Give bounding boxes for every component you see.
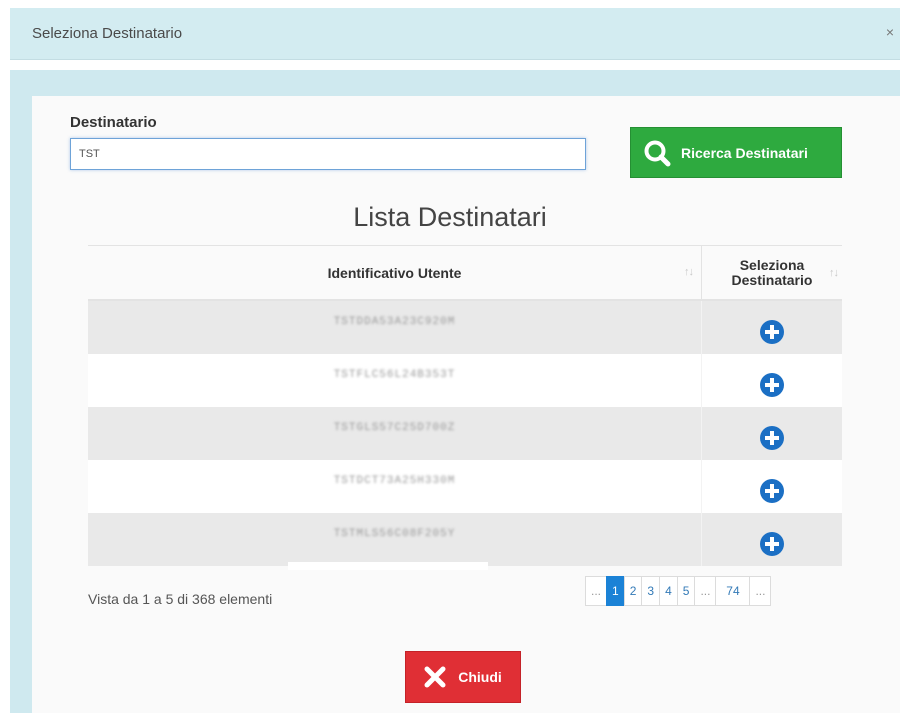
close-button-label: Chiudi bbox=[458, 669, 502, 685]
column-header-select-label: Seleziona Destinatario bbox=[731, 256, 813, 288]
select-cell bbox=[702, 460, 842, 513]
sort-icon[interactable]: ↑↓ bbox=[829, 266, 839, 281]
close-button[interactable]: Chiudi bbox=[405, 651, 521, 703]
plus-circle-icon[interactable] bbox=[759, 531, 785, 557]
table-row: TSTMLS56C08F205Y bbox=[88, 513, 842, 570]
list-title: Lista Destinatari bbox=[353, 202, 547, 232]
recipient-search-input[interactable] bbox=[70, 138, 586, 170]
dialog-title: Seleziona Destinatario bbox=[32, 25, 183, 42]
page-74[interactable]: 74 bbox=[715, 576, 751, 606]
user-id-value: TSTDCT73A25H330M bbox=[333, 474, 456, 487]
dialog-close-icon[interactable]: × bbox=[886, 24, 894, 40]
user-id-value: TSTFLC56L24B353T bbox=[333, 368, 456, 381]
page-next-ellipsis[interactable]: ... bbox=[749, 576, 772, 606]
select-cell bbox=[702, 407, 842, 460]
table-row: TSTGLS57C25D700Z bbox=[88, 407, 842, 460]
user-id-cell: TSTFLC56L24B353T bbox=[88, 354, 702, 407]
column-header-select[interactable]: Seleziona Destinatario ↑↓ bbox=[702, 246, 842, 299]
table-header: Identificativo Utente ↑↓ Seleziona Desti… bbox=[88, 245, 842, 301]
plus-circle-icon[interactable] bbox=[759, 425, 785, 451]
page-4[interactable]: 4 bbox=[659, 576, 678, 606]
user-id-cell: TSTDCT73A25H330M bbox=[88, 460, 702, 513]
recipients-table: Identificativo Utente ↑↓ Seleziona Desti… bbox=[88, 245, 842, 570]
sort-icon[interactable]: ↑↓ bbox=[684, 266, 694, 278]
plus-circle-icon[interactable] bbox=[759, 372, 785, 398]
search-button-label: Ricerca Destinatari bbox=[681, 144, 808, 161]
plus-circle-icon[interactable] bbox=[759, 319, 785, 345]
select-cell bbox=[702, 354, 842, 407]
user-id-value: TSTMLS56C08F205Y bbox=[333, 527, 456, 540]
recipient-label: Destinatario bbox=[70, 114, 157, 131]
search-icon bbox=[644, 140, 671, 166]
table-row: TSTDDA53A23C920M bbox=[88, 301, 842, 354]
table-row: TSTDCT73A25H330M bbox=[88, 460, 842, 513]
page-1[interactable]: 1 bbox=[606, 576, 625, 606]
dialog-header: Seleziona Destinatario × bbox=[10, 8, 900, 60]
select-cell bbox=[702, 513, 842, 566]
page-ellipsis[interactable]: ... bbox=[694, 576, 717, 606]
page-3[interactable]: 3 bbox=[641, 576, 661, 606]
redaction-bar bbox=[288, 562, 488, 570]
page-2[interactable]: 2 bbox=[623, 576, 643, 606]
user-id-cell: TSTMLS56C08F205Y bbox=[88, 513, 702, 570]
user-id-value: TSTDDA53A23C920M bbox=[333, 315, 456, 328]
table-row: TSTFLC56L24B353T bbox=[88, 354, 842, 407]
column-header-user-id[interactable]: Identificativo Utente ↑↓ bbox=[88, 246, 702, 299]
column-header-user-id-label: Identificativo Utente bbox=[327, 264, 462, 281]
search-recipients-button[interactable]: Ricerca Destinatari bbox=[630, 127, 842, 178]
plus-circle-icon[interactable] bbox=[759, 478, 785, 504]
x-icon bbox=[424, 666, 446, 688]
table-info: Vista da 1 a 5 di 368 elementi bbox=[88, 591, 273, 607]
pagination: ... 1 2 3 4 5 ... 74 ... bbox=[585, 576, 772, 606]
page-5[interactable]: 5 bbox=[676, 576, 696, 606]
user-id-cell: TSTDDA53A23C920M bbox=[88, 301, 702, 354]
user-id-cell: TSTGLS57C25D700Z bbox=[88, 407, 702, 460]
user-id-value: TSTGLS57C25D700Z bbox=[333, 421, 456, 434]
select-cell bbox=[702, 301, 842, 354]
page-prev-ellipsis[interactable]: ... bbox=[585, 576, 608, 606]
